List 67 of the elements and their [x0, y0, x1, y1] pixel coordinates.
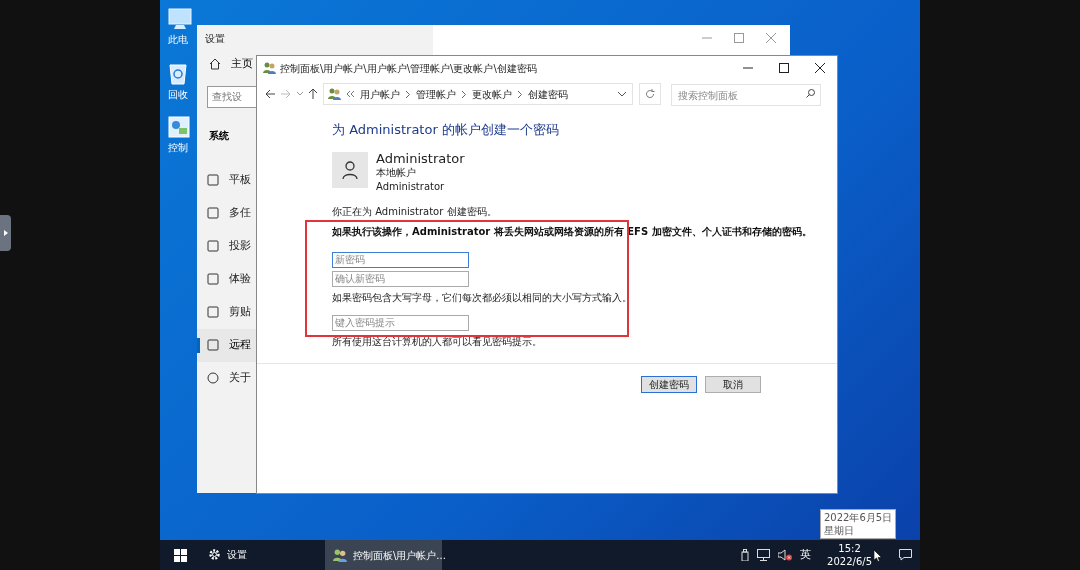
- maximize-icon[interactable]: [779, 63, 789, 73]
- account-detail: Administrator: [376, 179, 446, 194]
- intro-text: 你正在为 Administrator 创建密码。: [332, 204, 498, 219]
- create-password-button[interactable]: 创建密码: [641, 375, 697, 393]
- windows-logo-icon: [173, 548, 187, 562]
- breadcrumb-item[interactable]: 更改帐户: [472, 86, 512, 102]
- breadcrumb-item[interactable]: 创建密码: [528, 86, 568, 102]
- chevron-down-icon[interactable]: [618, 91, 626, 97]
- nav-item[interactable]: 剪贴: [197, 295, 256, 329]
- hint-text: 如果密码包含大写字母，它们每次都必须以相同的大小写方式输入。: [332, 290, 633, 305]
- breadcrumb-item[interactable]: 用户帐户: [360, 86, 400, 102]
- clock-time: 15:2: [838, 542, 861, 555]
- users-icon: [328, 88, 341, 100]
- password-field[interactable]: 新密码: [332, 251, 469, 268]
- speaker-muted-icon[interactable]: [778, 549, 793, 561]
- control-panel-icon: [168, 116, 190, 138]
- chevron-right-icon: [462, 90, 466, 98]
- mouse-cursor-icon: [874, 550, 882, 562]
- up-arrow-icon[interactable]: [309, 89, 317, 99]
- refresh-icon: [645, 89, 655, 99]
- cancel-button[interactable]: 取消: [705, 375, 761, 393]
- refresh-button[interactable]: [639, 83, 661, 105]
- section-heading: 系统: [209, 129, 229, 141]
- search-field[interactable]: 查找设: [207, 85, 256, 108]
- nav-item[interactable]: 多任: [197, 196, 256, 230]
- breadcrumb-item[interactable]: 管理帐户: [416, 86, 456, 102]
- home-link[interactable]: 主页: [197, 51, 256, 77]
- desktop-icon-label[interactable]: 此电: [168, 32, 188, 47]
- nav-item[interactable]: 体验: [197, 262, 256, 296]
- side-tab[interactable]: [0, 215, 11, 251]
- desktop-icon-label[interactable]: 回收: [168, 87, 188, 102]
- notification-icon[interactable]: [898, 549, 912, 561]
- window-title: 控制面板\用户帐户\用户帐户\管理帐户\更改帐户\创建密码: [280, 61, 538, 76]
- usb-drive-icon[interactable]: [741, 549, 750, 561]
- page-heading: 为 Administrator 的帐户创建一个密码: [332, 121, 560, 139]
- nav-item[interactable]: 远程: [197, 328, 256, 362]
- tooltip-date: 2022年6月5日: [824, 511, 893, 524]
- window-title: 设置: [204, 32, 226, 46]
- account-name: Administrator: [376, 151, 465, 166]
- nav-item[interactable]: 平板: [197, 163, 256, 197]
- chevron-right-icon: [406, 90, 410, 98]
- account-type: 本地帐户: [376, 165, 417, 180]
- tooltip-weekday: 星期日: [824, 524, 855, 537]
- address-bar[interactable]: 用户帐户 管理帐户 更改帐户 创建密码: [323, 83, 633, 105]
- nav-item[interactable]: 投影: [197, 229, 256, 263]
- desktop-icon-label[interactable]: 控制: [168, 140, 188, 155]
- clock-date: 2022/6/5: [827, 555, 872, 568]
- input-method-indicator[interactable]: 英: [800, 546, 812, 564]
- users-icon: [263, 62, 276, 74]
- user-silhouette-icon: [342, 160, 358, 179]
- chevron-right-icon: [518, 90, 522, 98]
- hint-text: 所有使用这台计算机的人都可以看见密码提示。: [332, 334, 543, 349]
- close-icon[interactable]: [815, 63, 825, 73]
- home-icon: [209, 58, 221, 70]
- password-field[interactable]: 确认新密码: [332, 270, 469, 287]
- taskbar-app-button[interactable]: 设置: [200, 540, 255, 570]
- gear-icon: [208, 547, 221, 561]
- search-icon: [806, 88, 815, 98]
- monitor-icon: [168, 8, 192, 30]
- users-icon: [333, 548, 347, 562]
- double-chevron-icon: [347, 91, 354, 97]
- nav-item[interactable]: 关于: [197, 361, 256, 395]
- recycle-bin-icon: [168, 61, 188, 85]
- caret-icon: [3, 230, 8, 236]
- network-monitor-icon[interactable]: [757, 549, 771, 561]
- back-arrow-icon[interactable]: [265, 89, 275, 99]
- password-field[interactable]: 键入密码提示: [332, 314, 469, 331]
